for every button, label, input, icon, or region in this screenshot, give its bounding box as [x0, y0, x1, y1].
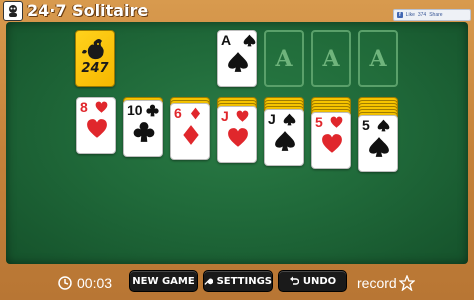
- foundation-placeholder: A: [369, 45, 387, 72]
- bottom-toolbar: 00:03 NEW GAME SETTINGS UNDO record: [0, 268, 474, 298]
- foundation-slot-1[interactable]: A: [264, 30, 304, 87]
- spade-icon: [275, 131, 295, 151]
- card-rank: 5: [362, 117, 370, 133]
- card-rank: J: [221, 108, 229, 124]
- facebook-icon: f: [397, 12, 403, 18]
- logo-icon[interactable]: [3, 1, 23, 21]
- record-label: record: [357, 275, 397, 291]
- site-logo-text[interactable]: 24·7 Solitaire: [27, 1, 148, 21]
- tableau-card-5[interactable]: J: [264, 109, 304, 166]
- waste-card[interactable]: A: [217, 30, 257, 87]
- settings-button[interactable]: SETTINGS: [203, 270, 273, 292]
- spade-icon: [243, 34, 256, 47]
- tableau-card-2[interactable]: 10: [123, 100, 163, 157]
- foundation-placeholder: A: [275, 45, 293, 72]
- card-rank: J: [268, 111, 276, 127]
- club-icon: [133, 122, 155, 142]
- tableau-card-6[interactable]: 5: [311, 112, 351, 169]
- diamond-icon: [190, 107, 201, 120]
- club-icon: [146, 104, 159, 117]
- settings-label: SETTINGS: [216, 275, 272, 287]
- header-bar: 24·7 Solitaire f Like 374 Share: [0, 0, 474, 22]
- clock-icon: [58, 276, 72, 290]
- card-rank: 10: [127, 102, 143, 118]
- like-label[interactable]: Like: [406, 12, 415, 18]
- tableau-card-7[interactable]: 5: [358, 115, 398, 172]
- heart-icon: [87, 119, 107, 138]
- game-timer: 00:03: [58, 273, 112, 293]
- undo-button[interactable]: UNDO: [278, 270, 347, 292]
- like-count: 374: [417, 12, 427, 18]
- heart-icon: [228, 128, 248, 147]
- card-rank: 8: [80, 99, 88, 115]
- heart-icon: [330, 116, 343, 128]
- spade-icon: [369, 137, 389, 157]
- record-button[interactable]: record: [357, 273, 415, 293]
- card-rank: 5: [315, 114, 323, 130]
- heart-icon: [236, 110, 249, 122]
- heart-icon: [322, 134, 342, 153]
- tableau-card-4[interactable]: J: [217, 106, 257, 163]
- spade-icon: [283, 113, 296, 126]
- rooster-icon: [82, 39, 104, 60]
- wrench-icon: [204, 278, 213, 285]
- foundation-placeholder: A: [322, 45, 340, 72]
- spade-icon: [228, 52, 248, 72]
- foundation-slot-2[interactable]: A: [311, 30, 351, 87]
- card-rank: 6: [174, 105, 182, 121]
- foundation-slot-3[interactable]: A: [358, 30, 398, 87]
- undo-label: UNDO: [302, 275, 337, 287]
- new-game-label: NEW GAME: [132, 275, 195, 287]
- undo-arrow-icon: [289, 276, 299, 285]
- stock-logo-text: 247: [81, 61, 109, 76]
- social-like-widget[interactable]: f Like 374 Share: [393, 9, 471, 21]
- new-game-button[interactable]: NEW GAME: [129, 270, 198, 292]
- diamond-icon: [183, 125, 199, 145]
- stock-pile[interactable]: 247: [75, 30, 115, 87]
- spade-icon: [377, 119, 390, 132]
- timer-value: 00:03: [77, 275, 113, 291]
- share-label[interactable]: Share: [429, 12, 442, 18]
- star-icon: [398, 275, 415, 291]
- tableau-card-1[interactable]: 8: [76, 97, 116, 154]
- heart-icon: [95, 101, 108, 113]
- tableau-card-3[interactable]: 6: [170, 103, 210, 160]
- card-rank: A: [221, 32, 232, 48]
